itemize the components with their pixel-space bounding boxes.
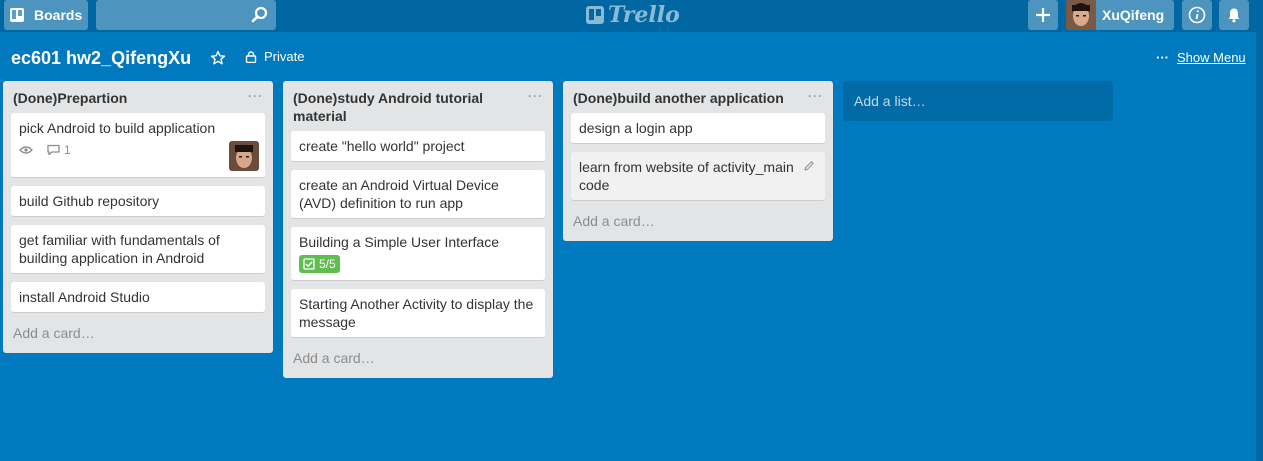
list-menu-icon[interactable]: ··· — [528, 87, 543, 105]
notifications-button[interactable] — [1219, 0, 1249, 30]
list-title-text: (Done)Prepartion — [13, 90, 128, 106]
avatar — [1066, 0, 1096, 30]
list-menu-icon[interactable]: ··· — [248, 87, 263, 105]
visibility-label: Private — [264, 49, 305, 64]
checklist-icon — [303, 258, 315, 270]
comment-count: 1 — [64, 143, 71, 157]
add-card-link[interactable]: Add a card… — [283, 346, 553, 378]
list-title[interactable]: (Done)Prepartion ··· — [3, 81, 273, 107]
list-title-text: (Done)study Android tutorial material — [293, 90, 484, 124]
list-card[interactable]: build Github repository — [11, 186, 265, 217]
search-icon[interactable] — [250, 5, 270, 25]
card-title: learn from website of activity_main code — [579, 159, 794, 193]
card-title: Building a Simple User Interface — [299, 234, 499, 250]
search-input[interactable] — [96, 0, 276, 30]
info-icon — [1188, 6, 1206, 24]
add-button[interactable] — [1028, 0, 1058, 30]
list-card[interactable]: learn from website of activity_main code — [571, 152, 825, 201]
list-card[interactable]: design a login app — [571, 113, 825, 144]
list-card[interactable]: Building a Simple User Interface 5/5 — [291, 227, 545, 281]
add-card-link[interactable]: Add a card… — [563, 209, 833, 241]
list-card[interactable]: create an Android Virtual Device (AVD) d… — [291, 170, 545, 219]
add-card-link[interactable]: Add a card… — [3, 321, 273, 353]
add-list-button[interactable]: Add a list… — [843, 81, 1113, 121]
list-card[interactable]: create "hello world" project — [291, 131, 545, 162]
list-card[interactable]: install Android Studio — [11, 282, 265, 313]
list-card[interactable]: Starting Another Activity to display the… — [291, 289, 545, 338]
checklist-count: 5/5 — [319, 257, 336, 271]
bell-icon — [1228, 8, 1240, 23]
list-title-text: (Done)build another application — [573, 90, 784, 106]
card-title: create "hello world" project — [299, 138, 465, 154]
show-menu-button[interactable]: ··· Show Menu — [1156, 50, 1246, 65]
comment-icon — [47, 144, 60, 156]
lock-icon — [245, 50, 257, 63]
visibility-button[interactable]: Private — [245, 49, 304, 64]
card-member-avatar[interactable] — [229, 141, 259, 171]
eye-icon — [19, 146, 33, 154]
list-done-study-android: (Done)study Android tutorial material ··… — [283, 81, 553, 378]
boards-icon — [10, 8, 24, 22]
trello-logo[interactable]: Trello — [586, 2, 680, 28]
star-icon[interactable] — [210, 50, 226, 66]
list-menu-icon[interactable]: ··· — [808, 87, 823, 105]
list-title[interactable]: (Done)build another application ··· — [563, 81, 833, 107]
boards-label: Boards — [34, 7, 83, 23]
more-icon: ··· — [1156, 50, 1169, 65]
list-card[interactable]: pick Android to build application 1 — [11, 113, 265, 178]
card-title: pick Android to build application — [19, 120, 216, 136]
card-title: install Android Studio — [19, 289, 150, 305]
comment-badge: 1 — [47, 141, 71, 159]
card-title: create an Android Virtual Device (AVD) d… — [299, 177, 499, 211]
trello-logo-icon — [586, 6, 604, 24]
list-done-build-another: (Done)build another application ··· desi… — [563, 81, 833, 241]
card-title: build Github repository — [19, 193, 160, 209]
card-badges: 1 — [19, 141, 257, 159]
board-title[interactable]: ec601 hw2_QifengXu — [11, 48, 191, 69]
pencil-icon[interactable] — [803, 160, 815, 172]
info-button[interactable] — [1182, 0, 1212, 30]
card-title: design a login app — [579, 120, 693, 136]
right-scroll-edge — [1256, 32, 1263, 461]
boards-button[interactable]: Boards — [4, 0, 88, 30]
checklist-badge: 5/5 — [299, 255, 340, 273]
list-title[interactable]: (Done)study Android tutorial material ··… — [283, 81, 553, 125]
watch-badge — [19, 145, 37, 155]
plus-icon — [1036, 8, 1050, 22]
card-title: Starting Another Activity to display the… — [299, 296, 534, 330]
user-name: XuQifeng — [1102, 7, 1165, 23]
list-card[interactable]: get familiar with fundamentals of buildi… — [11, 225, 265, 274]
show-menu-label: Show Menu — [1177, 50, 1246, 65]
list-done-prepartion: (Done)Prepartion ··· pick Android to bui… — [3, 81, 273, 353]
top-header: Boards Trello XuQifeng — [0, 0, 1263, 32]
card-title: get familiar with fundamentals of buildi… — [19, 232, 220, 266]
logo-text: Trello — [608, 2, 680, 28]
user-menu-button[interactable]: XuQifeng — [1066, 0, 1174, 30]
